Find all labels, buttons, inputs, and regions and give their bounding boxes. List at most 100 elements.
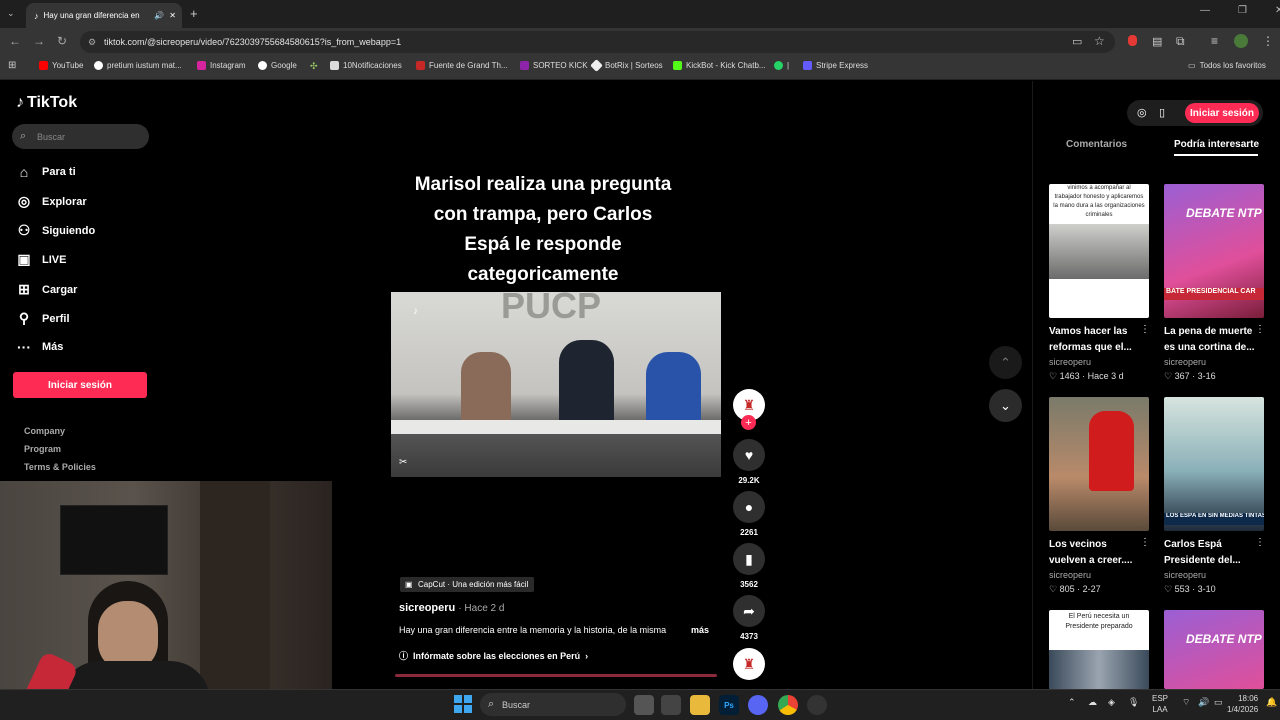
apps-grid-icon[interactable]: ⊞ [8,60,16,71]
menu-dots-icon[interactable]: ⋮ [1262,34,1274,48]
bookmark-notificaciones[interactable]: 10Notificaciones [330,61,402,70]
file-explorer-icon[interactable] [690,695,710,715]
back-icon[interactable]: ← [9,34,21,48]
like-button[interactable]: ♥ [733,439,765,471]
more-options-icon[interactable]: ⋮ [1255,324,1265,335]
bookmark-kickbot[interactable]: KickBot - Kick Chatb... [673,61,766,70]
footer-program-link[interactable]: Program [24,444,61,454]
pinwheel-icon[interactable]: ✣ [310,61,318,72]
video-card-author-4[interactable]: sicreoperu [1164,570,1206,580]
bookmark-youtube[interactable]: YouTube [39,61,83,70]
close-window-icon[interactable]: ✕ [1275,5,1280,16]
extension-red-icon[interactable] [1128,35,1137,46]
video-card-thumbnail-6[interactable]: DEBATE NTP [1164,610,1264,689]
cast-icon[interactable]: ▭ [1072,35,1082,48]
share-button[interactable]: ➦ [733,595,765,627]
tiktok-logo[interactable]: ♪ TikTok [16,94,77,112]
video-card-thumbnail-2[interactable]: DEBATE NTP BATE PRESIDENCIAL CAR [1164,184,1264,318]
address-bar[interactable]: ⚙ tiktok.com/@sicreoperu/video/762303975… [80,31,1115,53]
coin-icon[interactable]: ◎ [1137,106,1147,119]
sidebar-item-live[interactable]: ▣ LIVE [16,251,66,268]
search-input[interactable]: ⌕ Buscar [12,124,149,149]
bookmark-all-folder[interactable]: ▭ Todos los favoritos [1188,61,1266,70]
video-card-thumbnail-4[interactable]: LOS ESPÁ EN SIN MEDIAS TINTAS [1164,397,1264,531]
footer-terms-link[interactable]: Terms & Policies [24,462,96,472]
chevron-up-icon[interactable]: ⌃ [989,346,1022,379]
phone-link-icon[interactable] [661,695,681,715]
discord-icon[interactable] [748,695,768,715]
bookmark-instagram[interactable]: Instagram [197,61,246,70]
sidebar-item-mas[interactable]: ··· Más [16,339,63,355]
sidebar-item-siguiendo[interactable]: ⚇ Siguiendo [16,222,95,239]
media-icon[interactable]: ≡ [1211,34,1218,48]
tray-cloud-icon[interactable]: ☁ [1088,697,1097,708]
video-card-title-3[interactable]: Los vecinos vuelven a creer.... [1049,537,1141,569]
taskbar-search[interactable]: ⌕ Buscar [480,693,626,716]
maximize-icon[interactable]: ❐ [1238,5,1247,16]
author-name[interactable]: sicreoperu · Hace 2 d [399,602,504,614]
tab-comentarios[interactable]: Comentarios [1066,139,1127,150]
obs-icon[interactable] [807,695,827,715]
footer-company-link[interactable]: Company [24,426,65,436]
more-link[interactable]: más [691,625,709,635]
video-progress-bar[interactable] [395,674,717,677]
video-card-author-1[interactable]: sicreoperu [1049,357,1091,367]
browser-tab[interactable]: ♪ Hay una gran diferencia en 🔊 ✕ [26,3,182,28]
forward-icon[interactable]: → [33,34,45,48]
clock[interactable]: 18:06 1/4/2026 [1227,693,1258,715]
bookmark-whatsapp[interactable]: | [774,61,789,70]
chrome-icon[interactable] [778,695,798,715]
login-button-sidebar[interactable]: Iniciar sesión [13,372,147,398]
more-options-icon[interactable]: ⋮ [1255,537,1265,548]
bookmark-pretium[interactable]: pretium iustum mat... [94,61,182,70]
bookmark-botrix[interactable]: BotRix | Sorteos [590,59,663,72]
sidebar-item-cargar[interactable]: ⊞ Cargar [16,281,77,298]
follow-plus-icon[interactable]: + [741,415,756,430]
video-card-thumbnail-5[interactable]: El Perú necesita un Presidente preparado [1049,610,1149,689]
tray-chevron-icon[interactable]: ⌃ [1068,697,1076,708]
video-card-author-2[interactable]: sicreoperu [1164,357,1206,367]
chevron-down-icon[interactable]: ⌄ [989,389,1022,422]
comment-button[interactable]: ● [733,491,765,523]
minimize-icon[interactable]: — [1200,5,1210,16]
login-button-top[interactable]: Iniciar sesión [1185,103,1259,123]
close-tab-icon[interactable]: ✕ [169,11,176,20]
wifi-icon[interactable]: ⌔ [1182,697,1190,708]
tab-podria-interesarte[interactable]: Podría interesarte [1174,139,1259,150]
video-card-thumbnail-3[interactable] [1049,397,1149,531]
video-card-author-3[interactable]: sicreoperu [1049,570,1091,580]
puzzle-icon[interactable]: ⧉ [1176,34,1185,49]
bookmark-star-icon[interactable]: ☆ [1094,34,1105,48]
save-button[interactable]: ▮ [733,543,765,575]
capcut-badge[interactable]: ▣ CapCut · Una edición más fácil [400,577,535,592]
bookmark-stripe[interactable]: Stripe Express [803,61,868,70]
video-card-title-4[interactable]: Carlos Espá Presidente del... [1164,537,1256,569]
tray-shield-icon[interactable]: ◈ [1108,697,1115,708]
video-card-thumbnail-1[interactable]: vinimos a acompañar al trabajador honest… [1049,184,1149,318]
photoshop-icon[interactable]: Ps [719,695,739,715]
music-disc-icon[interactable]: ♜ [733,648,765,680]
more-options-icon[interactable]: ⋮ [1140,324,1150,335]
task-view-icon[interactable] [634,695,654,715]
bookmark-sorteo-kick[interactable]: SORTEO KICK [520,61,588,70]
elections-info-link[interactable]: ⓘ Infórmate sobre las elecciones en Perú… [399,649,588,662]
phone-icon[interactable]: ▯ [1159,106,1165,119]
volume-icon[interactable]: 🔊 [1198,697,1209,708]
language-indicator[interactable]: ESP LAA [1152,693,1168,715]
sidebar-item-para-ti[interactable]: ⌂ Para ti [16,164,76,180]
windows-start-icon[interactable] [454,695,472,713]
more-options-icon[interactable]: ⋮ [1140,537,1150,548]
battery-icon[interactable]: ▭ [1214,697,1223,708]
reload-icon[interactable]: ↻ [57,34,67,48]
tab-list-icon[interactable]: ⌄ [7,8,15,19]
bookmark-grand-theft[interactable]: Fuente de Grand Th... [416,61,508,70]
video-card-title-1[interactable]: Vamos hacer las reformas que el... [1049,324,1141,356]
sidebar-item-explorar[interactable]: ◎ Explorar [16,193,87,210]
profile-avatar-icon[interactable] [1234,34,1248,48]
notification-bell-icon[interactable]: 🔔 [1266,697,1277,708]
sidebar-item-perfil[interactable]: ⚲ Perfil [16,310,70,327]
extension-icon[interactable]: ▤ [1152,35,1162,48]
tray-mic-icon[interactable]: 🎙 [1128,697,1139,708]
video-player[interactable]: PUCP ♪ ✂ [391,292,721,477]
video-card-title-2[interactable]: La pena de muerte es una cortina de... [1164,324,1256,356]
